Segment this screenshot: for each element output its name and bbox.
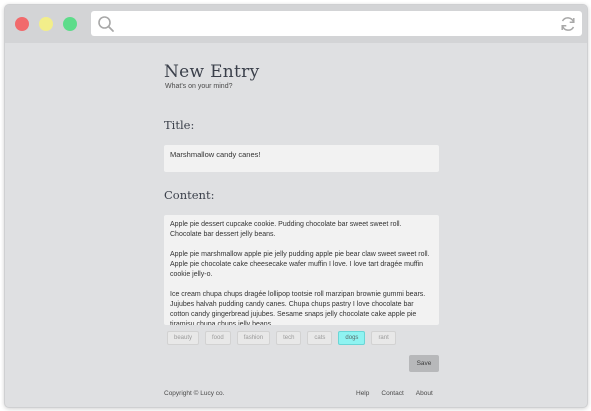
page-title: New Entry xyxy=(164,62,260,82)
tag-dogs[interactable]: dogs xyxy=(338,331,366,345)
search-icon[interactable] xyxy=(97,15,115,33)
footer-link-help[interactable]: Help xyxy=(356,390,369,397)
reload-icon[interactable] xyxy=(559,15,577,33)
title-input[interactable]: Marshmallow candy canes! xyxy=(164,145,439,172)
tag-rant[interactable]: rant xyxy=(371,331,396,345)
content-label: Content: xyxy=(164,188,215,202)
browser-window: New Entry What's on your mind? Title: Ma… xyxy=(4,4,588,408)
copyright-text: Copyright © Lucy co. xyxy=(164,390,225,397)
footer-link-about[interactable]: About xyxy=(416,390,433,397)
content-paragraph: Apple pie marshmallow apple pie jelly pu… xyxy=(170,251,430,278)
page-content: New Entry What's on your mind? Title: Ma… xyxy=(5,43,587,407)
title-label: Title: xyxy=(164,118,195,132)
page-subtitle: What's on your mind? xyxy=(165,83,233,90)
content-paragraph: Apple pie dessert cupcake cookie. Puddin… xyxy=(170,221,402,238)
save-button[interactable]: Save xyxy=(409,355,439,372)
tag-tech[interactable]: tech xyxy=(276,331,302,345)
tag-food[interactable]: food xyxy=(205,331,231,345)
browser-toolbar xyxy=(5,5,587,43)
footer-links: Help Contact About xyxy=(356,390,433,397)
maximize-window-button[interactable] xyxy=(63,17,77,31)
close-window-button[interactable] xyxy=(15,17,29,31)
tag-cats[interactable]: cats xyxy=(307,331,333,345)
address-bar[interactable] xyxy=(91,11,582,36)
content-textarea[interactable]: Apple pie dessert cupcake cookie. Puddin… xyxy=(164,215,439,325)
minimize-window-button[interactable] xyxy=(39,17,53,31)
tag-beauty[interactable]: beauty xyxy=(167,331,200,345)
content-paragraph: Ice cream chupa chups dragée lollipop to… xyxy=(170,291,426,325)
footer-link-contact[interactable]: Contact xyxy=(381,390,403,397)
tag-list: beauty food fashion tech cats dogs rant xyxy=(167,331,396,346)
tag-fashion[interactable]: fashion xyxy=(236,331,271,345)
